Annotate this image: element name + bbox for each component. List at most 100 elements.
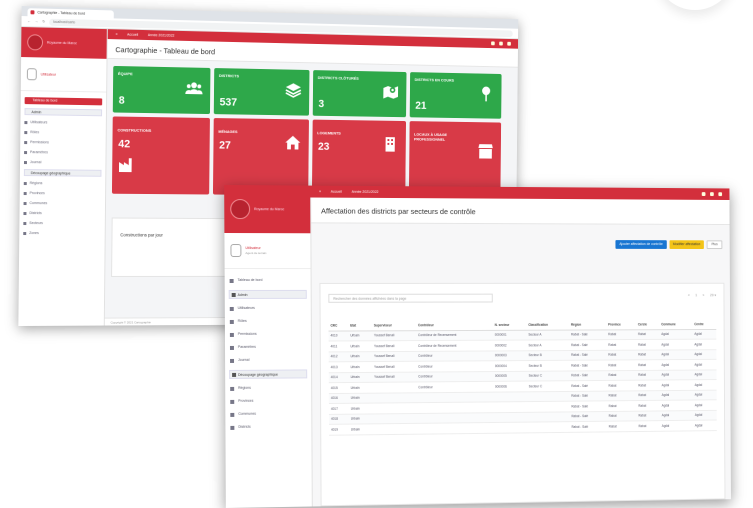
stat-card-districts-clotures[interactable]: DISTRICTS CLÔTURÉS 3 xyxy=(312,70,407,118)
column-header[interactable]: N. secteur xyxy=(492,319,527,330)
sidebar-group-geo[interactable]: Découpage géographique xyxy=(229,369,308,379)
table-cell: Contrôleur xyxy=(416,360,494,372)
table-cell xyxy=(372,381,417,393)
stat-card-equipe[interactable]: ÉQUIPE 8 xyxy=(112,65,211,115)
sidebar-item[interactable]: Communes xyxy=(229,410,307,418)
settings-icon[interactable] xyxy=(499,41,503,46)
topbar-home-link[interactable]: Accueil xyxy=(331,190,342,194)
logo-text: Royaume du Maroc xyxy=(254,206,285,211)
more-button[interactable]: Plus xyxy=(706,240,723,250)
reload-icon[interactable]: ↻ xyxy=(42,20,45,24)
stat-card-constructions[interactable]: CONSTRUCTIONS 42 xyxy=(111,116,210,195)
sidebar-item[interactable]: Journal xyxy=(24,159,102,166)
map-marker-icon xyxy=(383,86,399,99)
sidebar-item[interactable]: Secteurs xyxy=(23,220,101,226)
table-cell: Rabat xyxy=(606,349,637,361)
sidebar-group-geo[interactable]: Découpage géographique xyxy=(23,169,102,177)
stat-card-menages[interactable]: MÉNAGES 27 xyxy=(212,118,309,196)
sidebar-item[interactable]: Provinces xyxy=(229,397,307,405)
add-affectation-button[interactable]: Ajouter affectation de contrôle xyxy=(615,240,667,249)
notification-icon[interactable] xyxy=(701,192,706,197)
stat-card-logements[interactable]: LOGEMENTS 23 xyxy=(311,119,407,197)
sidebar-item[interactable]: Provinces xyxy=(24,190,102,197)
table-cell: Rabat xyxy=(606,370,637,381)
logout-icon[interactable] xyxy=(718,192,723,197)
notification-icon[interactable] xyxy=(491,41,495,46)
browser-tab-title: Cartographie - Tableau de bord xyxy=(37,10,85,16)
stat-card-districts-en-cours[interactable]: DISTRICTS EN COURS 21 xyxy=(409,72,502,119)
table-cell: Rabat xyxy=(636,339,660,350)
topbar-year-link[interactable]: Année 2021/2022 xyxy=(148,33,175,38)
column-header[interactable]: Cercle xyxy=(636,319,660,330)
table-cell xyxy=(526,401,570,412)
sidebar-item-dashboard[interactable]: Tableau de bord xyxy=(229,277,307,284)
user-panel[interactable]: Utilisateur xyxy=(20,57,107,93)
sidebar-item[interactable]: Rôles xyxy=(24,129,102,136)
sidebar-item[interactable]: Utilisateurs xyxy=(24,119,102,126)
search-input[interactable]: Rechercher des données affichées dans la… xyxy=(328,293,493,303)
sidebar-item[interactable]: Paramètres xyxy=(229,344,307,351)
table-cell: Urbain xyxy=(348,361,373,373)
table-cell: Agdal xyxy=(692,369,717,380)
column-header[interactable]: Commune xyxy=(659,319,693,330)
sidebar-group-admin[interactable]: Admin xyxy=(24,108,103,117)
table-cell: Secteur A xyxy=(526,339,570,351)
sidebar-item[interactable]: Permissions xyxy=(229,331,307,338)
menu-icon[interactable]: ≡ xyxy=(116,32,118,36)
logout-icon[interactable] xyxy=(507,41,511,46)
table-cell: Urbain xyxy=(348,340,373,352)
sidebar-item[interactable]: Régions xyxy=(229,384,307,392)
toolbar: Ajouter affectation de contrôle Modifier… xyxy=(311,223,729,250)
table-cell: Agdal xyxy=(659,369,693,381)
sidebar-item[interactable]: Journal xyxy=(229,357,307,364)
table-cell: Rabat xyxy=(606,359,637,371)
column-header[interactable]: Centre xyxy=(692,319,717,330)
topbar-home-link[interactable]: Accueil xyxy=(127,33,138,37)
table-cell: Secteur B xyxy=(526,360,570,371)
edit-affectation-button[interactable]: Modifier affectation xyxy=(669,240,705,250)
column-header[interactable]: Superviseur xyxy=(371,320,417,331)
settings-icon[interactable] xyxy=(710,192,714,197)
table-cell: Youssef Benali xyxy=(372,340,417,352)
sidebar-item[interactable]: Rôles xyxy=(229,318,307,325)
pager-next[interactable]: » xyxy=(703,293,705,297)
table-cell: Urbain xyxy=(348,392,373,404)
table-cell: 4019 xyxy=(329,424,349,435)
pager-page[interactable]: 1 xyxy=(695,293,697,297)
menu-icon[interactable]: ≡ xyxy=(319,190,321,194)
table-cell: Agdal xyxy=(659,339,693,350)
column-header[interactable]: Contrôleur xyxy=(416,320,493,331)
sidebar-item[interactable]: Régions xyxy=(24,180,102,187)
table-cell: 4017 xyxy=(328,403,349,414)
affectation-main: Affectation des districts par secteurs d… xyxy=(311,197,731,507)
column-header[interactable]: Région xyxy=(569,319,607,330)
stat-card-label: DISTRICTS CLÔTURÉS xyxy=(317,75,359,81)
table-cell: 4010 xyxy=(328,330,349,341)
sidebar-group-admin[interactable]: Admin xyxy=(228,289,307,299)
user-panel[interactable]: Utilisateur Agent de terrain xyxy=(224,232,311,270)
sidebar-item-dashboard[interactable]: Tableau de bord xyxy=(24,97,103,106)
stat-card-label: LOCAUX À USAGE PROFESSIONNEL xyxy=(414,131,448,142)
back-icon[interactable]: ← xyxy=(27,19,31,23)
users-icon xyxy=(185,82,203,95)
table-cell: Rabat xyxy=(636,410,660,421)
sidebar-item[interactable]: Districts xyxy=(23,210,101,216)
column-header[interactable]: Province xyxy=(606,319,637,330)
logo-text: Royaume du Maroc xyxy=(46,40,77,45)
sidebar-item[interactable]: Permissions xyxy=(24,139,102,146)
column-header[interactable]: Classification xyxy=(526,319,570,330)
stat-card-districts[interactable]: DISTRICTS 537 xyxy=(213,68,310,116)
topbar-year-link[interactable]: Année 2021/2022 xyxy=(352,190,379,194)
table-cell xyxy=(416,422,494,434)
sidebar-item[interactable]: Communes xyxy=(24,200,102,207)
column-header[interactable]: CRC xyxy=(328,320,349,331)
column-header[interactable]: Etat xyxy=(348,320,373,331)
sidebar-item[interactable]: Districts xyxy=(229,423,307,431)
page-size-select[interactable]: 20 ▾ xyxy=(710,293,716,297)
sidebar-item[interactable]: Zones xyxy=(23,230,101,236)
sidebar-item[interactable]: Paramètres xyxy=(24,149,102,156)
pager-prev[interactable]: « xyxy=(688,293,690,297)
table-cell: Agdal xyxy=(659,400,693,411)
forward-icon[interactable]: → xyxy=(35,19,38,23)
sidebar-item[interactable]: Utilisateurs xyxy=(229,305,307,312)
